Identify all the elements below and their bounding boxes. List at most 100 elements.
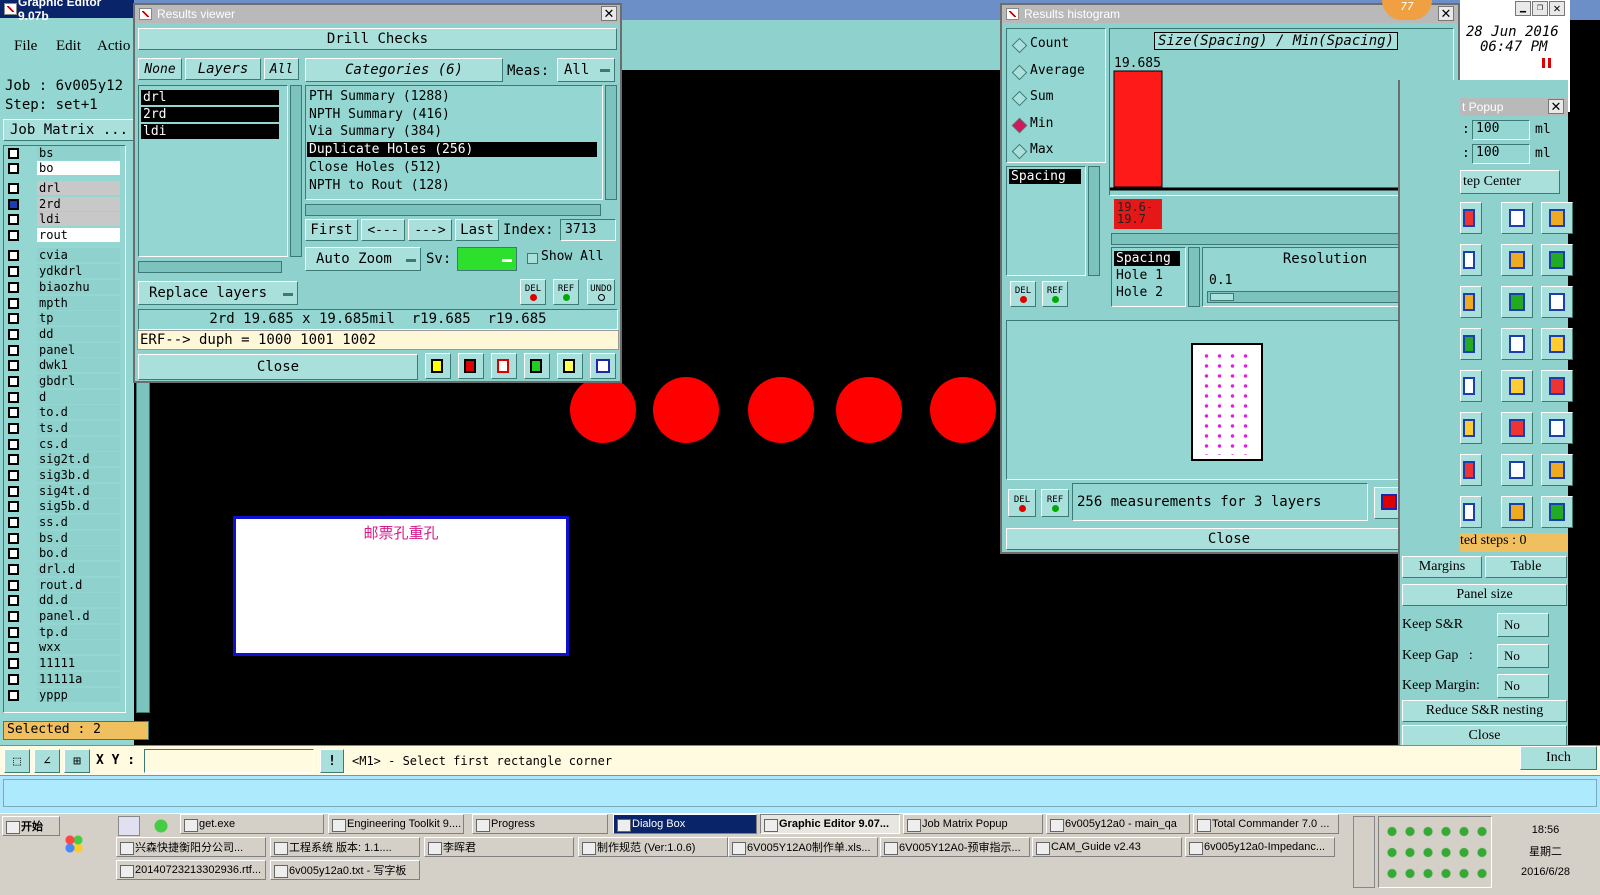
layer-checkbox[interactable]	[8, 673, 19, 685]
distribute-icon[interactable]	[1460, 496, 1482, 528]
stack-icon[interactable]	[1501, 496, 1533, 528]
layer-checkbox[interactable]	[8, 594, 19, 606]
del-icon[interactable]: DEL	[1008, 489, 1036, 517]
next-button[interactable]: --->	[408, 219, 452, 241]
histogram-icon[interactable]	[590, 353, 616, 379]
layer-row[interactable]: sig3b.d	[8, 468, 120, 482]
report-icon[interactable]	[524, 353, 550, 379]
layer-row[interactable]: bo.d	[8, 546, 120, 560]
layer-row[interactable]: sig2t.d	[8, 452, 120, 466]
layer-row[interactable]: ldi	[8, 212, 120, 226]
taskbar-button[interactable]: 李晖君	[424, 837, 574, 857]
layers-button[interactable]: Layers	[185, 58, 261, 80]
layer-checkbox[interactable]	[8, 297, 19, 309]
help-icon[interactable]	[1501, 370, 1533, 402]
step-center-dropdown[interactable]: tep Center	[1460, 170, 1560, 194]
category-item[interactable]: PTH Summary (1288)	[307, 89, 597, 104]
taskbar-button[interactable]: 20140723213302936.rtf...	[116, 860, 266, 880]
category-scrollbar[interactable]	[605, 85, 617, 200]
taskbar-button[interactable]: Dialog Box	[613, 814, 757, 834]
layer-checkbox[interactable]	[8, 610, 19, 622]
taskbar-button[interactable]: 6V005Y12A0-预审指示...	[880, 837, 1030, 857]
keep-margin-dropdown[interactable]: No	[1497, 674, 1549, 698]
matrix-icon[interactable]	[1541, 412, 1573, 444]
close-icon[interactable]: ✕	[1438, 6, 1454, 21]
layer-checkbox[interactable]	[8, 657, 19, 669]
layer-checkbox[interactable]	[8, 406, 19, 418]
layer-row[interactable]: panel.d	[8, 609, 120, 623]
layer-row[interactable]: rout.d	[8, 578, 120, 592]
align-icon[interactable]	[1501, 454, 1533, 486]
reduce-sr-button[interactable]: Reduce S&R nesting	[1402, 700, 1567, 722]
place-icon[interactable]	[1460, 244, 1482, 276]
rv-layer-scrollbar[interactable]	[290, 85, 302, 257]
browser-icon[interactable]	[150, 816, 172, 836]
close-icon[interactable]: ✕	[1549, 1, 1565, 16]
taskbar-button[interactable]: Progress	[472, 814, 608, 834]
layer-checkbox[interactable]	[8, 689, 19, 701]
layer-checkbox[interactable]	[8, 532, 19, 544]
layer-checkbox[interactable]	[8, 563, 19, 575]
taskbar-button[interactable]: Graphic Editor 9.07...	[760, 814, 900, 834]
taskbar-button[interactable]: get.exe	[180, 814, 324, 834]
layer-row[interactable]: 11111	[8, 656, 120, 670]
del-icon[interactable]: DEL	[1010, 281, 1036, 307]
panel-icon[interactable]	[1501, 202, 1533, 234]
category-hscroll[interactable]	[305, 204, 601, 216]
del-icon[interactable]: DEL	[520, 279, 546, 305]
layer-checkbox[interactable]	[8, 579, 19, 591]
keep-gap-dropdown[interactable]: No	[1497, 644, 1549, 668]
ref-icon[interactable]: REF	[553, 279, 579, 305]
layer-checkbox[interactable]	[8, 147, 19, 159]
taskbar-button[interactable]: Engineering Toolkit 9....	[328, 814, 464, 834]
alert-icon[interactable]: !	[320, 749, 344, 773]
auto-zoom-dropdown[interactable]: Auto Zoom	[305, 247, 421, 271]
angle-icon[interactable]: ∠	[34, 749, 60, 773]
grid-icon[interactable]: ⊞	[64, 749, 90, 773]
layer-checkbox[interactable]	[8, 328, 19, 340]
taskbar-button[interactable]: Job Matrix Popup	[903, 814, 1043, 834]
index-input[interactable]: 3713	[560, 219, 616, 241]
layer-checkbox[interactable]	[8, 162, 19, 174]
layer-row[interactable]: mpth	[8, 296, 120, 310]
layer-row[interactable]: tp	[8, 311, 120, 325]
maximize-icon[interactable]: ❐	[1532, 1, 1548, 16]
layout-icon[interactable]	[1460, 202, 1482, 234]
table-button[interactable]: Table	[1485, 556, 1567, 578]
clear-icon[interactable]	[491, 353, 517, 379]
value-input-2[interactable]: 100	[1472, 144, 1530, 164]
first-button[interactable]: First	[305, 219, 358, 241]
prev-button[interactable]: <---	[361, 219, 405, 241]
matrix-icon[interactable]	[1541, 202, 1573, 234]
stack-icon[interactable]	[1501, 286, 1533, 318]
pin-icon[interactable]	[1541, 370, 1573, 402]
ref-icon[interactable]: REF	[1042, 281, 1068, 307]
drop-icon[interactable]	[1541, 328, 1573, 360]
field-item[interactable]: Hole 2	[1114, 285, 1180, 300]
tray-scroll[interactable]	[1353, 816, 1375, 888]
layer-checkbox[interactable]	[8, 344, 19, 356]
layer-row[interactable]: rout	[8, 228, 120, 242]
taskbar-button[interactable]: 制作规范 (Ver:1.0.6)	[578, 837, 728, 857]
layer-checkbox[interactable]	[8, 626, 19, 638]
layer-checkbox[interactable]	[8, 422, 19, 434]
field-list-2-scrollbar[interactable]	[1188, 247, 1200, 307]
menu-actions[interactable]: Actio	[97, 38, 130, 55]
layer-checkbox[interactable]	[8, 281, 19, 293]
pause-icon[interactable]	[1542, 58, 1551, 68]
distribute-icon[interactable]	[1460, 286, 1482, 318]
category-item[interactable]: Duplicate Holes (256)	[307, 142, 597, 158]
layer-checkbox[interactable]	[8, 249, 19, 261]
layer-row[interactable]: ss.d	[8, 515, 120, 529]
lift-icon[interactable]	[1501, 328, 1533, 360]
layer-checkbox[interactable]	[8, 182, 19, 194]
layer-checkbox[interactable]	[8, 453, 19, 465]
none-button[interactable]: None	[138, 58, 182, 80]
taskbar-button[interactable]: 6v005y12a0.txt - 写字板	[270, 860, 420, 880]
layer-row[interactable]: d	[8, 390, 120, 404]
rv-layer-hscroll[interactable]	[138, 261, 282, 273]
expand-icon[interactable]	[1460, 328, 1482, 360]
center-icon[interactable]	[1541, 496, 1573, 528]
margins-button[interactable]: Margins	[1402, 556, 1482, 578]
close-icon[interactable]: ✕	[601, 6, 617, 21]
